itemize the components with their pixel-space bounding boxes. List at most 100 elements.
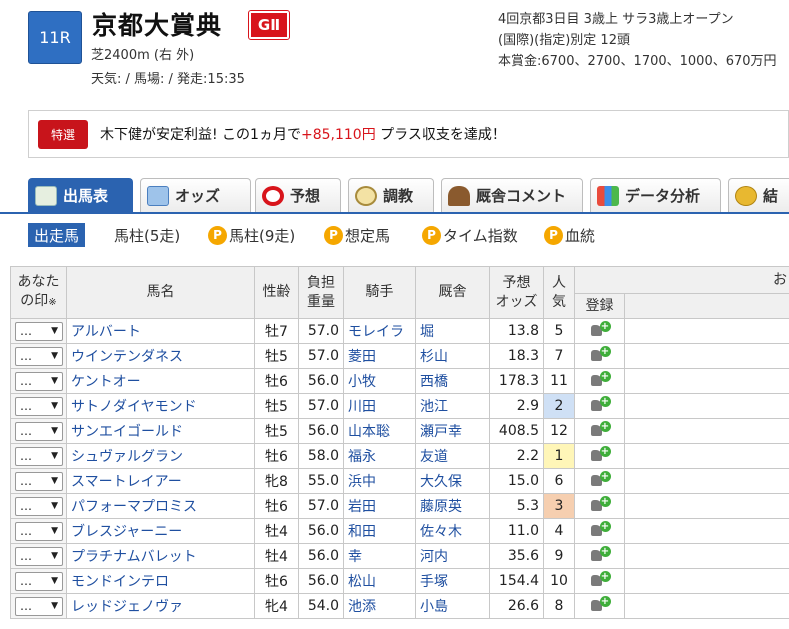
tab-stable-comment[interactable]: 厩舎コメント <box>441 178 583 212</box>
add-favorite-icon[interactable]: + <box>590 571 611 587</box>
horse-name-link[interactable]: プラチナムバレット <box>66 543 255 569</box>
my-mark-select[interactable]: … ▼ <box>15 446 63 466</box>
jockey-link[interactable]: モレイラ <box>343 318 416 344</box>
jockey-link[interactable]: 松山 <box>343 568 416 594</box>
weight-carried: 57.0 <box>298 343 344 369</box>
trainer-link[interactable]: 瀬戸幸 <box>415 418 490 444</box>
trainer-link[interactable]: 友道 <box>415 443 490 469</box>
my-mark-value: … <box>20 474 32 488</box>
course-info: 芝2400m (右 外) <box>91 48 195 63</box>
table-row: … ▼ ウインテンダネス 牡5 57.0 菱田 杉山 18.3 7 + <box>10 343 789 369</box>
subtab-past5[interactable]: 馬柱(5走) <box>114 223 180 247</box>
trainer-link[interactable]: 池江 <box>415 393 490 419</box>
add-favorite-icon[interactable]: + <box>590 496 611 512</box>
horse-name-link[interactable]: シュヴァルグラン <box>66 443 255 469</box>
tab-entry-table[interactable]: 出馬表 <box>28 178 133 212</box>
my-mark-select[interactable]: … ▼ <box>15 546 63 566</box>
promo-text[interactable]: 木下健が安定利益! この1ヵ月で+85,110円 プラス収支を達成！ <box>100 124 506 144</box>
subtab-pedigree[interactable]: P 血統 <box>544 223 595 247</box>
tab-prediction[interactable]: 予想 <box>255 178 341 212</box>
popularity: 10 <box>543 568 575 594</box>
header-weight: 負担 重量 <box>298 266 344 319</box>
trainer-link[interactable]: 小島 <box>415 593 490 619</box>
tab-odds[interactable]: オッズ <box>140 178 251 212</box>
my-mark-cell: … ▼ <box>10 568 67 594</box>
subtab-past9[interactable]: P 馬柱(9走) <box>208 223 295 247</box>
add-favorite-icon[interactable]: + <box>590 321 611 337</box>
jockey-link[interactable]: 和田 <box>343 518 416 544</box>
trainer-link[interactable]: 河内 <box>415 543 490 569</box>
trainer-link[interactable]: 杉山 <box>415 343 490 369</box>
add-favorite-icon[interactable]: + <box>590 371 611 387</box>
add-favorite-icon[interactable]: + <box>590 546 611 562</box>
header-blank <box>624 293 789 319</box>
trainer-link[interactable]: 大久保 <box>415 468 490 494</box>
my-mark-select[interactable]: … ▼ <box>15 396 63 416</box>
my-mark-select[interactable]: … ▼ <box>15 321 63 341</box>
add-favorite-icon[interactable]: + <box>590 346 611 362</box>
horse-name-link[interactable]: パフォーマプロミス <box>66 493 255 519</box>
trainer-link[interactable]: 藤原英 <box>415 493 490 519</box>
tab-training[interactable]: 調教 <box>348 178 434 212</box>
my-mark-select[interactable]: … ▼ <box>15 521 63 541</box>
add-favorite-icon[interactable]: + <box>590 596 611 612</box>
table-row: … ▼ アルバート 牡7 57.0 モレイラ堀 13.8 5 + <box>10 318 789 344</box>
trainer-link[interactable]: 堀 <box>415 318 490 344</box>
extra-cell <box>624 468 789 494</box>
grade-badge: GⅡ <box>248 10 290 40</box>
jockey-link[interactable]: 山本聡 <box>343 418 416 444</box>
horse-name-link[interactable]: サンエイゴールド <box>66 418 255 444</box>
jockey-link[interactable]: 菱田 <box>343 343 416 369</box>
chevron-down-icon: ▼ <box>51 326 58 336</box>
horse-name-link[interactable]: ブレスジャーニー <box>66 518 255 544</box>
my-mark-cell: … ▼ <box>10 343 67 369</box>
chevron-down-icon: ▼ <box>51 526 58 536</box>
tab-data-analysis[interactable]: データ分析 <box>590 178 721 212</box>
horse-name-link[interactable]: アルバート <box>66 318 255 344</box>
subtab-runners[interactable]: 出走馬 <box>28 223 86 247</box>
add-favorite-icon[interactable]: + <box>590 471 611 487</box>
premium-p-icon: P <box>324 225 343 245</box>
my-mark-select[interactable]: … ▼ <box>15 371 63 391</box>
register-cell: + <box>574 593 625 619</box>
add-favorite-icon[interactable]: + <box>590 521 611 537</box>
my-mark-select[interactable]: … ▼ <box>15 596 63 616</box>
extra-cell <box>624 343 789 369</box>
jockey-link[interactable]: 岩田 <box>343 493 416 519</box>
sex-age: 牡5 <box>254 393 299 419</box>
my-mark-select[interactable]: … ▼ <box>15 346 63 366</box>
trainer-link[interactable]: 西橋 <box>415 368 490 394</box>
race-header: 11R 京都大賞典 GⅡ 芝2400m (右 外) 天気: / 馬場: / 発走… <box>0 0 789 100</box>
subtab-expected[interactable]: P 想定馬 <box>324 223 390 247</box>
extra-cell <box>624 318 789 344</box>
sex-age: 牡6 <box>254 493 299 519</box>
horse-name-link[interactable]: モンドインテロ <box>66 568 255 594</box>
register-cell: + <box>574 543 625 569</box>
add-favorite-icon[interactable]: + <box>590 446 611 462</box>
horse-name-link[interactable]: スマートレイアー <box>66 468 255 494</box>
register-cell: + <box>574 493 625 519</box>
horse-name-link[interactable]: サトノダイヤモンド <box>66 393 255 419</box>
jockey-link[interactable]: 浜中 <box>343 468 416 494</box>
tab-results[interactable]: 結 <box>728 178 789 212</box>
trainer-link[interactable]: 手塚 <box>415 568 490 594</box>
add-favorite-icon[interactable]: + <box>590 396 611 412</box>
jockey-link[interactable]: 幸 <box>343 543 416 569</box>
horse-name-link[interactable]: ケントオー <box>66 368 255 394</box>
my-mark-select[interactable]: … ▼ <box>15 421 63 441</box>
jockey-link[interactable]: 川田 <box>343 393 416 419</box>
jockey-link[interactable]: 福永 <box>343 443 416 469</box>
horse-name-link[interactable]: レッドジェノヴァ <box>66 593 255 619</box>
table-row: … ▼ サトノダイヤモンド 牡5 57.0 川田 池江 2.9 2 + <box>10 393 789 419</box>
my-mark-select[interactable]: … ▼ <box>15 496 63 516</box>
promo-banner[interactable]: 特選 木下健が安定利益! この1ヵ月で+85,110円 プラス収支を達成！ <box>28 110 789 158</box>
my-mark-select[interactable]: … ▼ <box>15 571 63 591</box>
trainer-link[interactable]: 佐々木 <box>415 518 490 544</box>
jockey-link[interactable]: 池添 <box>343 593 416 619</box>
jockey-link[interactable]: 小牧 <box>343 368 416 394</box>
subtab-time-index[interactable]: P タイム指数 <box>422 223 518 247</box>
horse-name-link[interactable]: ウインテンダネス <box>66 343 255 369</box>
my-mark-select[interactable]: … ▼ <box>15 471 63 491</box>
my-mark-cell: … ▼ <box>10 443 67 469</box>
add-favorite-icon[interactable]: + <box>590 421 611 437</box>
